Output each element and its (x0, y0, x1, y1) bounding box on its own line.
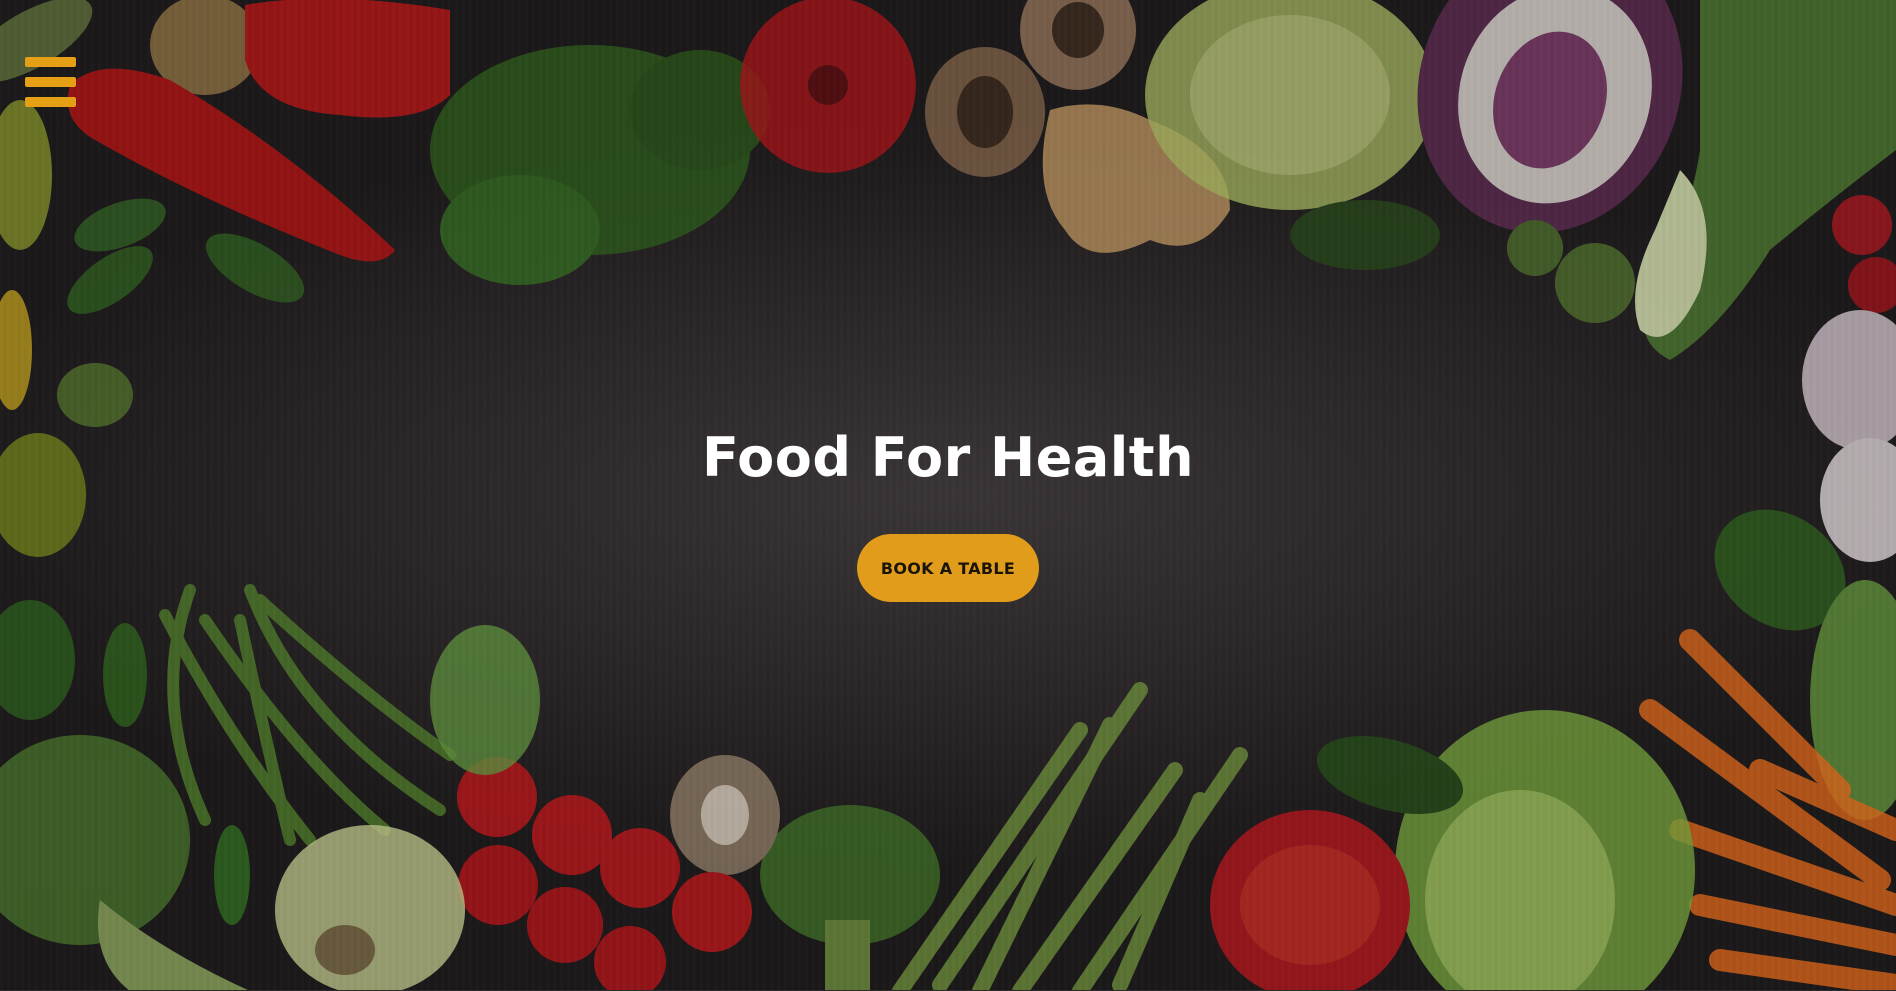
book-a-table-button[interactable]: BOOK A TABLE (857, 534, 1039, 602)
menu-bar-bottom (25, 97, 76, 107)
hero-title: Food For Health (701, 426, 1195, 489)
hero-content: Food For Health BOOK A TABLE (0, 420, 1896, 602)
menu-bar-middle (25, 77, 76, 87)
hero-section: Food For Health BOOK A TABLE (0, 0, 1896, 991)
hamburger-menu-icon[interactable] (25, 57, 76, 107)
menu-bar-top (25, 57, 76, 67)
